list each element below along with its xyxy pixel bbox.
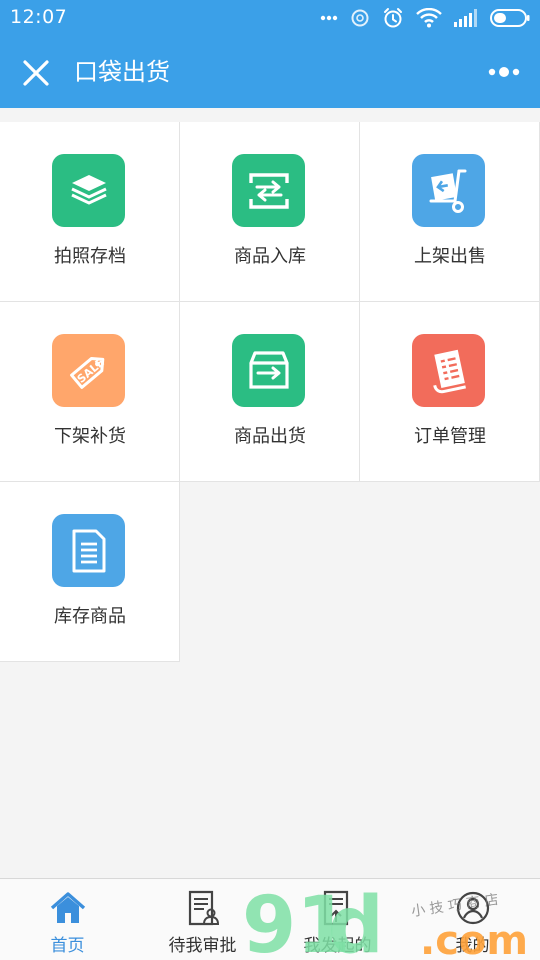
grid-item-delist-restock[interactable]: SALE 下架补货 bbox=[0, 302, 180, 482]
nav-label: 首页 bbox=[50, 936, 85, 956]
nav-label: 我的 bbox=[455, 936, 490, 956]
data-saver-icon bbox=[351, 9, 369, 27]
receipt-icon bbox=[412, 334, 485, 407]
grid-item-ship-goods[interactable]: 商品出货 bbox=[180, 302, 360, 482]
app-header: 口袋出货 bbox=[0, 36, 540, 108]
user-icon bbox=[456, 891, 489, 925]
box-transfer-icon bbox=[232, 154, 305, 227]
status-bar: 12:07 bbox=[0, 0, 540, 36]
box-export-icon bbox=[232, 334, 305, 407]
alarm-icon bbox=[384, 8, 402, 28]
sale-tag-icon: SALE bbox=[52, 334, 125, 407]
stack-icon bbox=[52, 154, 125, 227]
status-time: 12:07 bbox=[10, 6, 68, 28]
bottom-nav: 首页 待我审批 我发起的 我的 bbox=[0, 878, 540, 960]
document-icon bbox=[52, 514, 125, 587]
dots-icon bbox=[320, 15, 338, 21]
grid-item-inventory[interactable]: 库存商品 bbox=[0, 482, 180, 662]
approve-doc-icon bbox=[188, 890, 219, 926]
nav-item-initiated-by-me[interactable]: 我发起的 bbox=[270, 879, 405, 960]
nav-item-pending-approval[interactable]: 待我审批 bbox=[135, 879, 270, 960]
nav-item-home[interactable]: 首页 bbox=[0, 879, 135, 960]
grid-item-label: 商品入库 bbox=[234, 246, 306, 267]
more-button[interactable] bbox=[482, 56, 526, 88]
grid-item-label: 上架出售 bbox=[414, 246, 486, 267]
page-title: 口袋出货 bbox=[74, 58, 170, 86]
close-icon bbox=[23, 60, 49, 86]
grid-item-order-management[interactable]: 订单管理 bbox=[360, 302, 540, 482]
wifi-icon bbox=[416, 8, 442, 28]
status-icons bbox=[320, 6, 530, 30]
grid-item-label: 下架补货 bbox=[54, 426, 126, 447]
battery-icon bbox=[490, 9, 530, 27]
home-icon bbox=[50, 892, 85, 923]
grid-item-label: 拍照存档 bbox=[54, 246, 126, 267]
grid-item-label: 商品出货 bbox=[234, 426, 306, 447]
grid-item-list-for-sale[interactable]: 上架出售 bbox=[360, 122, 540, 302]
nav-label: 待我审批 bbox=[168, 936, 237, 956]
grid-item-label: 订单管理 bbox=[414, 426, 486, 447]
grid-item-label: 库存商品 bbox=[54, 606, 126, 627]
grid-item-stock-in[interactable]: 商品入库 bbox=[180, 122, 360, 302]
signal-icon bbox=[454, 9, 477, 27]
nav-label: 我发起的 bbox=[303, 936, 372, 956]
more-icon bbox=[488, 67, 520, 77]
close-button[interactable] bbox=[18, 55, 54, 91]
nav-item-mine[interactable]: 我的 bbox=[405, 879, 540, 960]
grid-item-photo-archive[interactable]: 拍照存档 bbox=[0, 122, 180, 302]
sent-doc-icon bbox=[323, 890, 348, 926]
hand-truck-icon bbox=[412, 154, 485, 227]
